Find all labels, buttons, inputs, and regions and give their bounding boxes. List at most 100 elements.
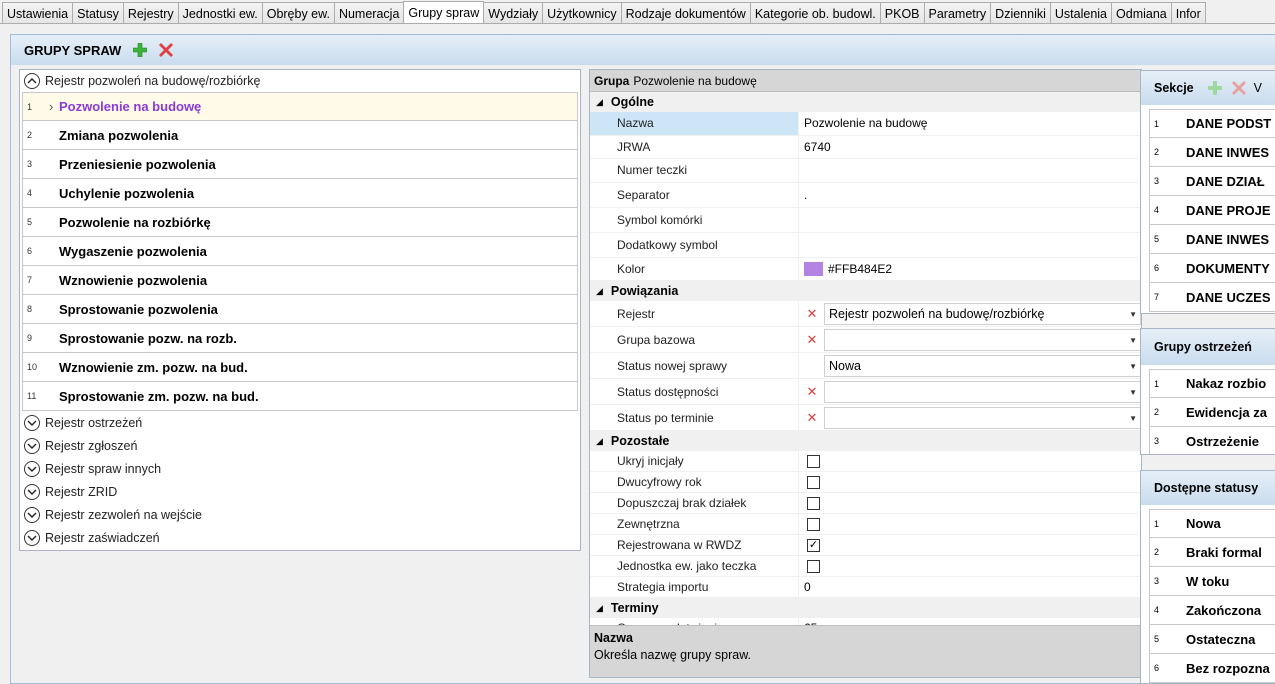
list-item[interactable]: 3 DANE DZIAŁ bbox=[1149, 167, 1275, 196]
list-item[interactable]: 7 DANE UCZES bbox=[1149, 283, 1275, 312]
group-row[interactable]: 5 Pozwolenie na rozbiórkę bbox=[22, 208, 578, 237]
list-item[interactable]: 1 DANE PODST bbox=[1149, 109, 1275, 138]
list-item[interactable]: 4 Zakończona bbox=[1149, 596, 1275, 625]
property-row[interactable]: Status dostępności ✕ ▼ bbox=[590, 379, 1141, 405]
tab-9[interactable]: Rodzaje dokumentów bbox=[620, 2, 751, 23]
combo-box[interactable]: Rejestr pozwoleń na budowę/rozbiórkę ▼ bbox=[824, 302, 1141, 325]
property-row-color[interactable]: Kolor #FFB484E2 bbox=[590, 257, 1141, 281]
tab-5[interactable]: Numeracja bbox=[333, 2, 405, 23]
checkbox[interactable] bbox=[807, 475, 820, 489]
list-item[interactable]: 3 W toku bbox=[1149, 567, 1275, 596]
checkbox[interactable] bbox=[807, 559, 820, 573]
expand-icon[interactable] bbox=[24, 414, 40, 431]
checkbox[interactable]: ✓ bbox=[807, 538, 820, 552]
dropdown-arrow-icon[interactable]: ▼ bbox=[1129, 336, 1137, 345]
tab-2[interactable]: Rejestry bbox=[122, 2, 179, 23]
group-row[interactable]: 8 Sprostowanie pozwolenia bbox=[22, 295, 578, 324]
delete-icon[interactable] bbox=[157, 41, 175, 59]
property-row[interactable]: Rejestr ✕ Rejestr pozwoleń na budowę/rozbi… bbox=[590, 301, 1141, 327]
clear-icon[interactable]: ✕ bbox=[804, 332, 820, 348]
property-value[interactable] bbox=[799, 208, 1141, 232]
combo-box[interactable]: ▼ bbox=[824, 380, 1141, 403]
tab-11[interactable]: PKOB bbox=[879, 2, 925, 23]
tab-1[interactable]: Statusy bbox=[72, 2, 124, 23]
property-row[interactable]: Status nowej sprawy Nowa ▼ bbox=[590, 353, 1141, 379]
property-row[interactable]: Zewnętrzna bbox=[590, 514, 1141, 535]
tab-10[interactable]: Kategorie ob. budowl. bbox=[749, 2, 881, 23]
tab-8[interactable]: Użytkownicy bbox=[542, 2, 622, 23]
tab-3[interactable]: Jednostki ew. bbox=[177, 2, 263, 23]
property-row[interactable]: Nazwa Pozwolenie na budowę bbox=[590, 112, 1141, 136]
property-row[interactable]: Symbol komórki bbox=[590, 207, 1141, 233]
group-row[interactable]: 6 Wygaszenie pozwolenia bbox=[22, 237, 578, 266]
group-row[interactable]: 3 Przeniesienie pozwolenia bbox=[22, 150, 578, 179]
list-item[interactable]: 4 DANE PROJE bbox=[1149, 196, 1275, 225]
add-icon[interactable] bbox=[1206, 79, 1224, 97]
property-row[interactable]: Dwucyfrowy rok bbox=[590, 472, 1141, 493]
tab-14[interactable]: Ustalenia bbox=[1049, 2, 1113, 23]
property-value[interactable]: 6740 bbox=[799, 136, 1141, 159]
property-row[interactable]: JRWA 6740 bbox=[590, 135, 1141, 159]
property-row[interactable]: Jednostka ew. jako teczka bbox=[590, 556, 1141, 577]
group-row[interactable]: 2 Zmiana pozwolenia bbox=[22, 121, 578, 150]
dropdown-arrow-icon[interactable]: ▼ bbox=[1129, 362, 1137, 371]
section-general[interactable]: ◢ Ogólne bbox=[590, 92, 1141, 112]
register-expanded[interactable]: Rejestr pozwoleń na budowę/rozbiórkę bbox=[20, 70, 580, 92]
property-value[interactable] bbox=[799, 233, 1141, 257]
register-row[interactable]: Rejestr ZRID bbox=[20, 480, 580, 503]
property-row[interactable]: Dopuszczaj brak działek bbox=[590, 493, 1141, 514]
checkbox[interactable] bbox=[807, 496, 820, 510]
collapse-triangle-icon[interactable]: ◢ bbox=[596, 97, 603, 108]
register-row[interactable]: Rejestr zgłoszeń bbox=[20, 434, 580, 457]
collapse-icon[interactable] bbox=[24, 73, 40, 89]
section-terms[interactable]: ◢ Terminy bbox=[590, 598, 1141, 618]
expand-icon[interactable] bbox=[24, 506, 40, 523]
property-row[interactable]: Numer teczki bbox=[590, 159, 1141, 183]
clear-icon[interactable]: ✕ bbox=[804, 410, 820, 426]
property-row[interactable]: Dodatkowy symbol bbox=[590, 232, 1141, 258]
collapse-triangle-icon[interactable]: ◢ bbox=[596, 436, 603, 447]
property-row[interactable]: Grupa bazowa ✕ ▼ bbox=[590, 327, 1141, 353]
add-icon[interactable] bbox=[131, 41, 149, 59]
property-value[interactable]: 0 bbox=[799, 577, 1141, 597]
group-row[interactable]: 1 › Pozwolenie na budowę bbox=[22, 92, 578, 121]
group-row[interactable]: 11 Sprostowanie zm. pozw. na bud. bbox=[22, 382, 578, 411]
expand-icon[interactable] bbox=[24, 437, 40, 454]
collapse-triangle-icon[interactable]: ◢ bbox=[596, 286, 603, 297]
delete-icon[interactable] bbox=[1230, 79, 1248, 97]
list-item[interactable]: 2 DANE INWES bbox=[1149, 138, 1275, 167]
tab-7[interactable]: Wydziały bbox=[483, 2, 544, 23]
collapse-triangle-icon[interactable]: ◢ bbox=[596, 603, 603, 614]
combo-box[interactable]: ▼ bbox=[824, 328, 1141, 351]
list-item[interactable]: 6 Bez rozpozna bbox=[1149, 654, 1275, 683]
tab-0[interactable]: Ustawienia bbox=[2, 2, 74, 23]
property-value[interactable] bbox=[799, 159, 1141, 182]
group-row[interactable]: 4 Uchylenie pozwolenia bbox=[22, 179, 578, 208]
section-relations[interactable]: ◢ Powiązania bbox=[590, 281, 1141, 301]
dropdown-arrow-icon[interactable]: ▼ bbox=[1129, 388, 1137, 397]
property-row[interactable]: Status po terminie ✕ ▼ bbox=[590, 405, 1141, 431]
list-item[interactable]: 1 Nakaz rozbio bbox=[1149, 369, 1275, 398]
list-item[interactable]: 6 DOKUMENTY bbox=[1149, 254, 1275, 283]
list-item[interactable]: 2 Ewidencja za bbox=[1149, 398, 1275, 427]
tab-4[interactable]: Obręby ew. bbox=[261, 2, 335, 23]
clear-icon[interactable]: ✕ bbox=[804, 306, 820, 322]
register-row[interactable]: Rejestr spraw innych bbox=[20, 457, 580, 480]
combo-box[interactable]: ▼ bbox=[824, 406, 1141, 429]
property-row-import[interactable]: Strategia importu 0 bbox=[590, 577, 1141, 598]
property-value[interactable]: Pozwolenie na budowę bbox=[799, 112, 1141, 135]
expand-icon[interactable] bbox=[24, 529, 40, 546]
tab-13[interactable]: Dzienniki bbox=[990, 2, 1051, 23]
section-other[interactable]: ◢ Pozostałe bbox=[590, 431, 1141, 451]
list-item[interactable]: 5 Ostateczna bbox=[1149, 625, 1275, 654]
list-item[interactable]: 3 Ostrzeżenie bbox=[1149, 427, 1275, 454]
checkbox[interactable] bbox=[807, 454, 820, 468]
tab-12[interactable]: Parametry bbox=[923, 2, 992, 23]
register-row[interactable]: Rejestr zezwoleń na wejście bbox=[20, 503, 580, 526]
property-row[interactable]: Ukryj inicjały bbox=[590, 451, 1141, 472]
list-item[interactable]: 2 Braki formal bbox=[1149, 538, 1275, 567]
clear-icon[interactable]: ✕ bbox=[804, 384, 820, 400]
property-value[interactable]: . bbox=[799, 183, 1141, 207]
tab-16[interactable]: Infor bbox=[1170, 2, 1206, 23]
register-row[interactable]: Rejestr ostrzeżeń bbox=[20, 411, 580, 434]
